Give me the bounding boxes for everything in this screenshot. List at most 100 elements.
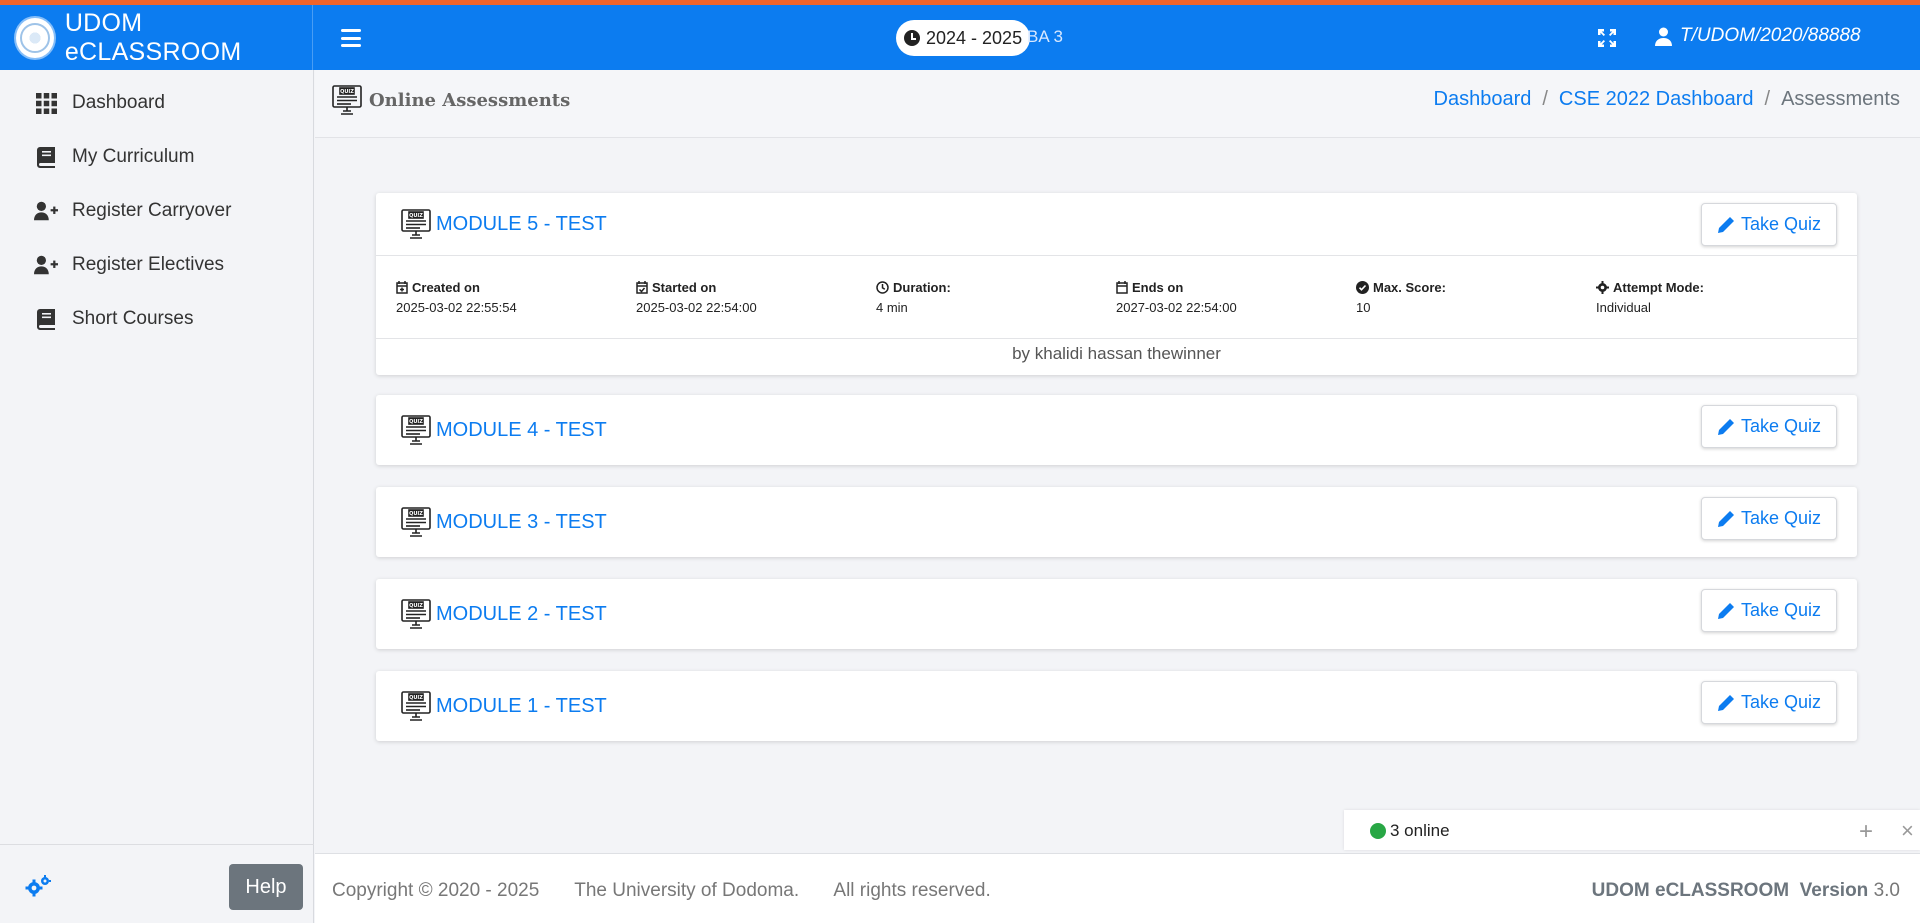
quiz-card: QUIZ MODULE 4 - TEST Take Quiz (376, 395, 1857, 465)
started-value: 2025-03-02 22:54:00 (636, 300, 757, 315)
svg-text:QUIZ: QUIZ (409, 213, 423, 219)
online-count: 3 online (1390, 821, 1450, 840)
fullscreen-icon[interactable] (1597, 28, 1617, 48)
sidebar-item-label: Short Courses (72, 308, 194, 329)
quiz-author: by khalidi hassan thewinner (1012, 344, 1221, 363)
page-footer: Copyright © 2020 - 2025 The University o… (315, 853, 1920, 923)
check-circle-icon (1356, 281, 1369, 294)
detail-attempt-mode: Attempt Mode: Individual (1596, 280, 1836, 338)
take-quiz-button[interactable]: Take Quiz (1700, 589, 1837, 632)
sidebar-item-label: Register Carryover (72, 200, 232, 221)
gear-icon (1596, 281, 1609, 294)
quiz-details: Created on 2025-03-02 22:55:54 Started o… (376, 255, 1857, 339)
pencil-icon (1717, 510, 1734, 527)
take-quiz-button[interactable]: Take Quiz (1700, 681, 1837, 724)
brand-name: UDOM eCLASSROOM (64, 8, 242, 66)
sidebar-item-label: Dashboard (72, 92, 165, 113)
quiz-title-link[interactable]: MODULE 3 - TEST (436, 511, 607, 534)
online-users-widget[interactable]: 3 online + × (1344, 810, 1920, 850)
clock-icon (876, 281, 889, 294)
breadcrumb-dashboard-link[interactable]: Dashboard (1434, 88, 1532, 111)
quiz-monitor-icon: QUIZ (401, 507, 431, 537)
detail-created: Created on 2025-03-02 22:55:54 (396, 280, 636, 338)
detail-max-score: Max. Score: 10 (1356, 280, 1596, 338)
breadcrumb-course-link[interactable]: CSE 2022 Dashboard (1559, 88, 1754, 111)
expand-online-button[interactable]: + (1859, 818, 1873, 846)
breadcrumb-separator: / (1542, 88, 1548, 110)
quiz-card: QUIZ MODULE 2 - TEST Take Quiz (376, 579, 1857, 649)
sidebar-item-dashboard[interactable]: Dashboard (0, 76, 313, 130)
online-user-icon (1370, 823, 1386, 839)
svg-text:QUIZ: QUIZ (340, 89, 354, 95)
take-quiz-button[interactable]: Take Quiz (1700, 203, 1837, 246)
quiz-title-link[interactable]: MODULE 1 - TEST (436, 695, 607, 718)
academic-year: 2024 - 2025 (926, 27, 1023, 48)
book-icon (34, 307, 58, 331)
sidebar-item-short-courses[interactable]: Short Courses (0, 292, 313, 346)
grid-icon (34, 91, 58, 115)
menu-toggle-icon[interactable] (338, 27, 364, 49)
quiz-title-link[interactable]: MODULE 2 - TEST (436, 603, 607, 626)
book-icon (34, 145, 58, 169)
academic-year-badge[interactable]: 2024 - 2025 (896, 20, 1031, 56)
user-icon (1655, 27, 1672, 46)
footer-version-label: Version (1799, 880, 1869, 901)
footer-org: The University of Dodoma. (574, 880, 800, 901)
breadcrumb: Dashboard / CSE 2022 Dashboard / Assessm… (1434, 88, 1900, 111)
quiz-card: QUIZ MODULE 5 - TEST Take Quiz Created o… (376, 193, 1857, 375)
pencil-icon (1717, 216, 1734, 233)
help-button[interactable]: Help (229, 864, 303, 910)
quiz-card-header: QUIZ MODULE 5 - TEST Take Quiz (376, 193, 1857, 255)
sidebar: Dashboard My Curriculum Register Carryov… (0, 70, 314, 923)
svg-text:QUIZ: QUIZ (409, 603, 423, 609)
take-quiz-label: Take Quiz (1740, 214, 1821, 234)
take-quiz-label: Take Quiz (1740, 508, 1821, 528)
footer-version: 3.0 (1873, 880, 1900, 901)
user-menu[interactable]: T/UDOM/2020/88888 (1655, 25, 1861, 47)
quiz-monitor-icon: QUIZ (401, 691, 431, 721)
quiz-card-header: QUIZ MODULE 1 - TEST Take Quiz (376, 671, 1857, 741)
detail-ends: Ends on 2027-03-02 22:54:00 (1116, 280, 1356, 338)
quiz-card-header: QUIZ MODULE 3 - TEST Take Quiz (376, 487, 1857, 557)
quiz-card-header: QUIZ MODULE 4 - TEST Take Quiz (376, 395, 1857, 465)
clock-icon (904, 30, 920, 46)
detail-duration: Duration: 4 min (876, 280, 1116, 338)
svg-text:QUIZ: QUIZ (409, 695, 423, 701)
quiz-card: QUIZ MODULE 3 - TEST Take Quiz (376, 487, 1857, 557)
duration-value: 4 min (876, 300, 908, 315)
quiz-monitor-icon: QUIZ (401, 415, 431, 445)
quiz-title-link[interactable]: MODULE 4 - TEST (436, 419, 607, 442)
pencil-icon (1717, 418, 1734, 435)
take-quiz-button[interactable]: Take Quiz (1700, 405, 1837, 448)
content-header: QUIZ Online Assessments Dashboard / CSE … (315, 70, 1920, 138)
sidebar-item-register-carryover[interactable]: Register Carryover (0, 184, 313, 238)
page-title: QUIZ Online Assessments (331, 84, 570, 116)
brand[interactable]: UDOM eCLASSROOM (0, 5, 313, 70)
calendar-icon (1116, 281, 1128, 294)
breadcrumb-current: Assessments (1781, 88, 1900, 110)
footer-copyright: Copyright © 2020 - 2025 (332, 880, 540, 901)
sidebar-item-my-curriculum[interactable]: My Curriculum (0, 130, 313, 184)
user-id: T/UDOM/2020/88888 (1680, 25, 1861, 46)
quiz-title-link[interactable]: MODULE 5 - TEST (436, 213, 607, 236)
university-logo (16, 17, 54, 58)
take-quiz-button[interactable]: Take Quiz (1700, 497, 1837, 540)
close-online-button[interactable]: × (1901, 818, 1914, 844)
svg-text:QUIZ: QUIZ (409, 419, 423, 425)
pencil-icon (1717, 694, 1734, 711)
take-quiz-label: Take Quiz (1740, 600, 1821, 620)
max-score-value: 10 (1356, 300, 1371, 315)
take-quiz-label: Take Quiz (1740, 416, 1821, 436)
sidebar-item-label: Register Electives (72, 254, 225, 275)
study-level: BA 3 (1027, 27, 1063, 46)
created-value: 2025-03-02 22:55:54 (396, 300, 517, 315)
user-plus-icon (34, 253, 58, 277)
footer-rights: All rights reserved. (833, 880, 991, 901)
calendar-check-icon (636, 281, 648, 294)
settings-gears-icon[interactable] (25, 875, 51, 897)
page-title-text: Online Assessments (369, 89, 571, 111)
sidebar-item-register-electives[interactable]: Register Electives (0, 238, 313, 292)
take-quiz-label: Take Quiz (1740, 692, 1821, 712)
svg-text:QUIZ: QUIZ (409, 511, 423, 517)
quiz-card-header: QUIZ MODULE 2 - TEST Take Quiz (376, 579, 1857, 649)
